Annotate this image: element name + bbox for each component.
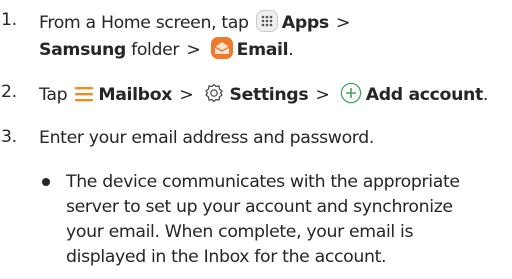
step-3-line-1: Enter your email address and password. [39,127,374,149]
step-1-line-1: From a Home screen, tap Apps > [39,10,353,38]
add-circle-icon [340,82,362,110]
mailbox-label: Mailbox [98,85,173,105]
settings-label: Settings [229,85,309,105]
step-2-line-1: Tap Mailbox > Settings > Add account. [39,82,488,110]
hamburger-menu-icon [74,84,94,110]
separator: > [315,85,330,105]
separator: > [335,13,351,33]
period: . [288,40,294,60]
separator: > [179,85,194,105]
step-text: From a Home screen, tap [39,13,249,33]
step-number: 2. [1,82,17,102]
folder-text: folder [131,40,180,60]
separator: > [186,40,201,60]
step-number: 3. [1,127,17,147]
bullet-dot [42,178,50,186]
email-label: Email [236,40,289,60]
samsung-label: Samsung [39,40,126,60]
apps-grid-icon [255,10,278,38]
email-app-icon [210,37,233,65]
step-number: 1. [1,10,17,30]
period: . [482,85,489,105]
apps-label: Apps [281,13,329,33]
step-1-line-2: Samsung folder > Email. [39,37,294,65]
note-line-3: your email. When complete, your email is [66,222,414,242]
note-line-2: server to set up your account and synchr… [66,197,453,217]
note-line-1: The device communicates with the appropr… [66,172,460,192]
note-line-4: displayed in the Inbox for the account. [66,247,387,267]
settings-gear-icon [203,82,225,110]
step-text: Tap [39,85,68,105]
step-text: Enter your email address and password. [39,128,375,148]
add-account-label: Add account [365,85,484,105]
